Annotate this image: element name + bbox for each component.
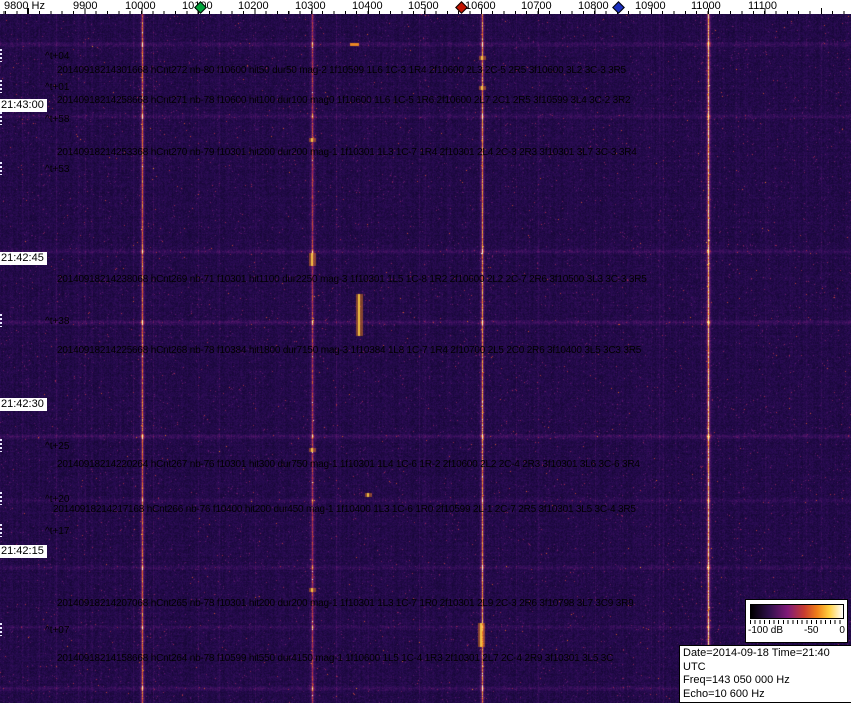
freq-axis-label: 10300 xyxy=(295,0,326,13)
freq-axis-label: 10400 xyxy=(352,0,383,13)
freq-axis-label: 10000 xyxy=(125,0,156,13)
info-date-time: Date=2014-09-18 Time=21:40 UTC xyxy=(683,647,851,674)
freq-axis-label: 10800 xyxy=(578,0,609,13)
freq-axis-label: 9800 Hz xyxy=(4,0,45,13)
freq-axis-label: 11000 xyxy=(691,0,721,13)
colorbar-max-label: 0 xyxy=(839,625,845,636)
spectrogram-app: 9800 Hz990010000101001020010300104001050… xyxy=(0,0,851,703)
freq-axis-label: 10600 xyxy=(465,0,496,13)
freq-axis-label: 11100 xyxy=(748,0,777,13)
freq-axis-label: 10700 xyxy=(521,0,552,13)
info-echo-frequency: Echo=10 600 Hz xyxy=(683,688,851,702)
colorbar-labels: -100 dB -50 0 xyxy=(748,625,845,636)
colorbar: -100 dB -50 0 xyxy=(745,599,848,643)
info-frequency: Freq=143 050 000 Hz xyxy=(683,674,851,688)
colorbar-mid-label: -50 xyxy=(804,625,818,636)
info-box: Date=2014-09-18 Time=21:40 UTC Freq=143 … xyxy=(679,645,851,703)
frequency-axis: 9800 Hz990010000101001020010300104001050… xyxy=(0,0,851,14)
colorbar-ticks xyxy=(750,620,844,624)
spectrogram-canvas xyxy=(0,14,851,703)
freq-axis-label: 10900 xyxy=(635,0,666,13)
freq-axis-label: 9900 xyxy=(73,0,97,13)
colorbar-min-label: -100 dB xyxy=(748,625,783,636)
freq-axis-label: 10500 xyxy=(408,0,439,13)
colorbar-gradient xyxy=(750,604,844,619)
freq-axis-label: 10200 xyxy=(238,0,269,13)
